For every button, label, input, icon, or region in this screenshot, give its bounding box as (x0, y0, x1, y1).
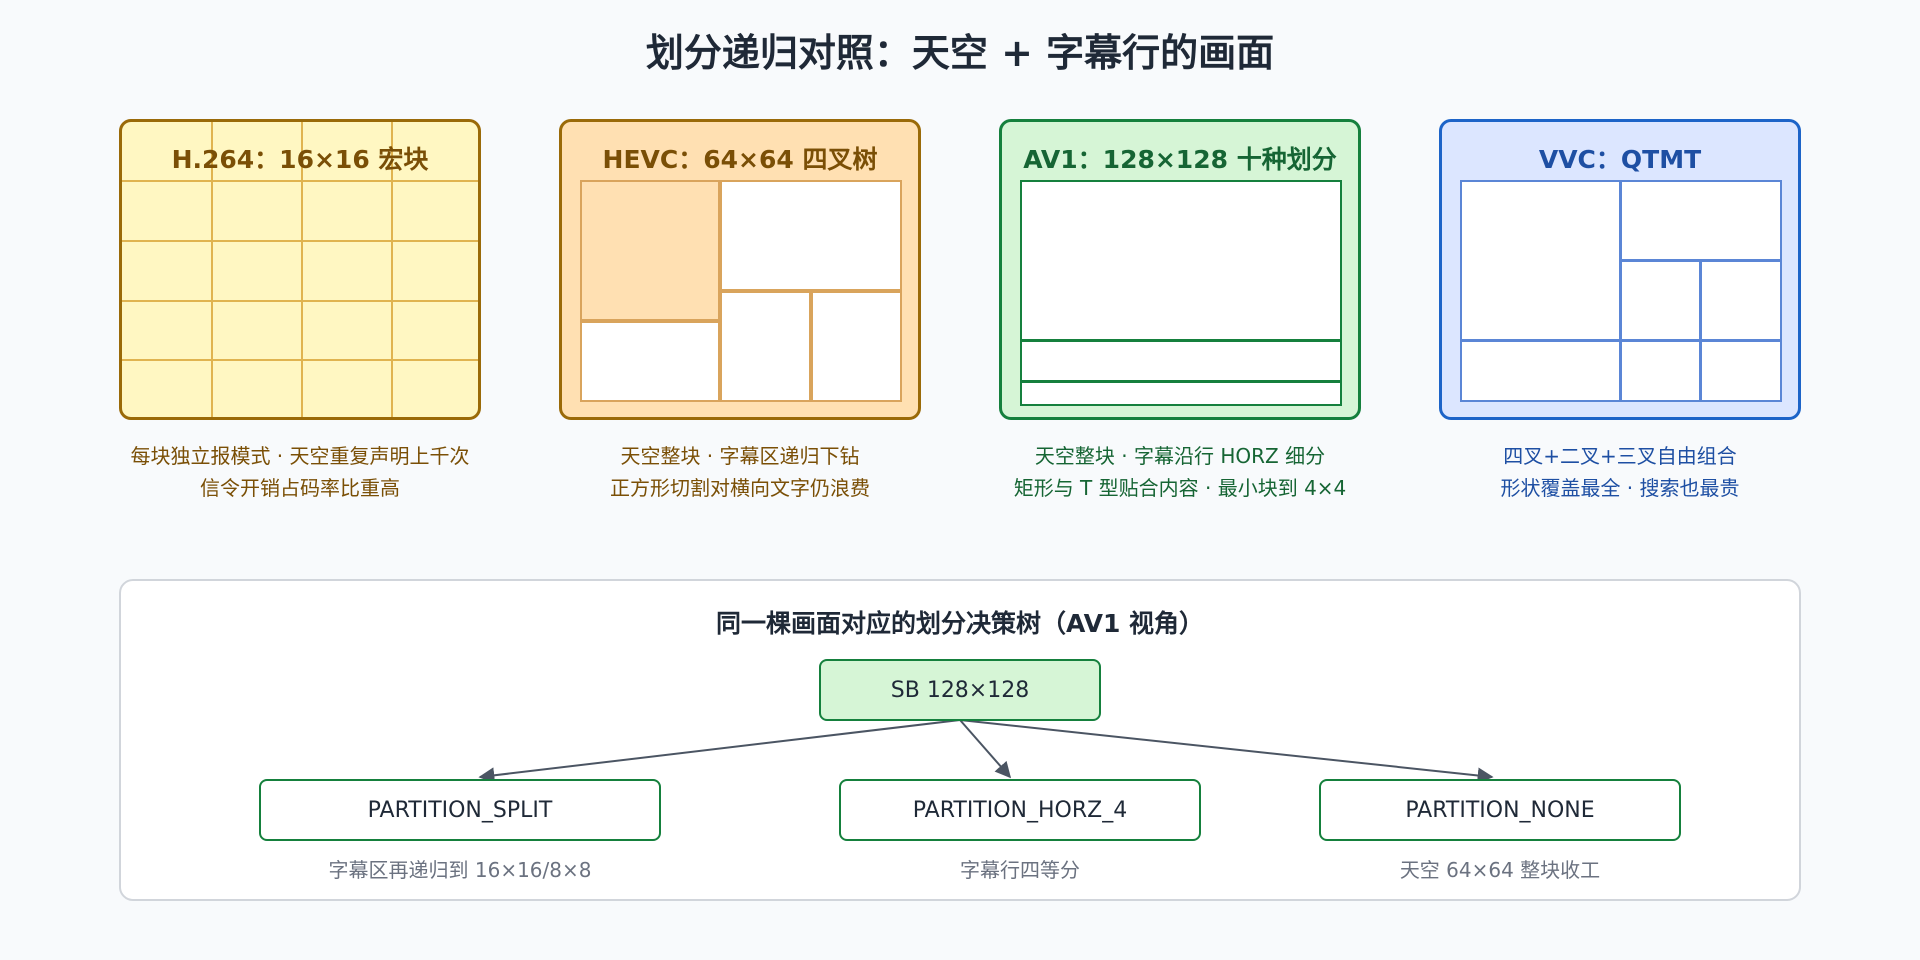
tree-note-horz4: 字幕行四等分 (960, 858, 1080, 882)
tree-node-horz4: PARTITION_HORZ_4 (839, 779, 1201, 841)
tree-note-split: 字幕区再递归到 16×16/8×8 (328, 858, 592, 882)
card-title-av1: AV1：128×128 十种划分 (1023, 145, 1337, 174)
tree-node-split: PARTITION_SPLIT (259, 779, 661, 841)
tree-root-node: SB 128×128 (819, 659, 1101, 721)
card-title-vvc: VVC：QTMT (1538, 145, 1702, 174)
edge-horz4 (959, 719, 1012, 779)
edge-split (478, 719, 961, 784)
edge-none (959, 719, 1494, 784)
card-title-hevc: HEVC：64×64 四叉树 (602, 145, 878, 174)
tree-node-none: PARTITION_NONE (1319, 779, 1681, 841)
card-title-h264: H.264：16×16 宏块 (171, 145, 429, 174)
tree-note-none: 天空 64×64 整块收工 (1399, 858, 1601, 882)
